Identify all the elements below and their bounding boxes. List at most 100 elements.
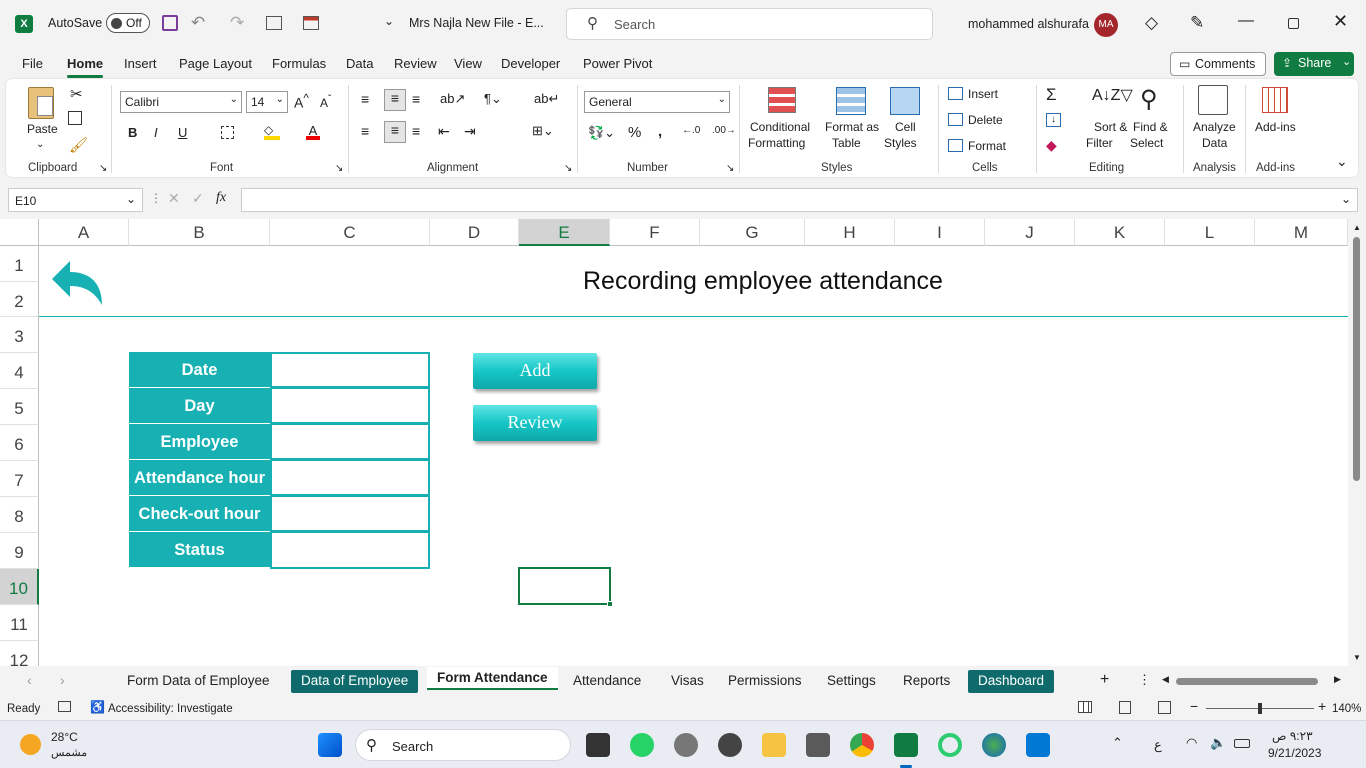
row-header[interactable]: 10: [0, 569, 39, 605]
delete-cells-icon[interactable]: [948, 113, 963, 126]
row-header[interactable]: 9: [0, 533, 39, 569]
formula-input[interactable]: ⌄: [241, 188, 1358, 212]
clock-time[interactable]: ٩:٢٣ ص: [1272, 729, 1313, 743]
clock-date[interactable]: 9/21/2023: [1268, 746, 1321, 760]
pen-icon[interactable]: ✎: [1190, 13, 1204, 33]
wrap-text-icon[interactable]: ab↵: [534, 91, 559, 107]
column-header[interactable]: B: [129, 219, 270, 246]
select-label[interactable]: Select: [1130, 135, 1163, 151]
zoom-out-icon[interactable]: −: [1190, 698, 1198, 714]
addins-icon[interactable]: [1262, 87, 1288, 113]
column-header[interactable]: D: [430, 219, 519, 246]
scroll-down-icon[interactable]: ▼: [1353, 653, 1361, 662]
italic-icon[interactable]: I: [154, 125, 158, 140]
fill-color-icon[interactable]: ◇: [264, 123, 280, 140]
row-header[interactable]: 1: [0, 246, 39, 282]
menu-file[interactable]: File: [22, 56, 43, 71]
sort-filter-icon[interactable]: A↓Z▽: [1092, 85, 1133, 105]
row-header[interactable]: 8: [0, 497, 39, 533]
customize-qat-icon[interactable]: ⌄: [384, 14, 394, 28]
zoom-in-icon[interactable]: +: [1318, 698, 1326, 714]
borders-icon[interactable]: [221, 126, 234, 139]
filter-label[interactable]: Filter: [1086, 135, 1113, 151]
column-header[interactable]: H: [805, 219, 895, 246]
zoom-slider-thumb[interactable]: [1258, 703, 1262, 714]
column-header[interactable]: L: [1165, 219, 1255, 246]
sheet-tab[interactable]: Permissions: [718, 670, 812, 693]
calculator-icon[interactable]: [806, 733, 830, 757]
more-options-icon[interactable]: ⋮: [150, 191, 162, 205]
column-header[interactable]: K: [1075, 219, 1165, 246]
search-box[interactable]: ⚲ Search: [566, 8, 933, 40]
dialog-launcher-icon[interactable]: ↘: [99, 163, 107, 174]
diamond-icon[interactable]: ◇: [1145, 13, 1158, 33]
sheet-tab[interactable]: Data of Employee: [291, 670, 419, 693]
enter-icon[interactable]: ✓: [192, 190, 204, 207]
delete-label[interactable]: Delete: [968, 112, 1003, 128]
find-label[interactable]: Find &: [1133, 119, 1168, 135]
tray-chevron-icon[interactable]: ⌃: [1112, 735, 1123, 751]
green-app-icon[interactable]: [938, 733, 962, 757]
fill-icon[interactable]: ↓: [1046, 113, 1061, 127]
sheet-tab[interactable]: Form Data of Employee: [117, 670, 280, 693]
row-header[interactable]: 3: [0, 317, 39, 353]
selected-cell[interactable]: [518, 567, 613, 607]
font-size-select[interactable]: 14 ⌄: [246, 91, 288, 113]
restore-icon[interactable]: [1288, 18, 1299, 29]
decrease-font-icon[interactable]: Aˇ: [320, 94, 331, 110]
font-color-icon[interactable]: A: [306, 123, 320, 140]
sheet-tab[interactable]: Attendance: [563, 670, 651, 693]
page-break-view-icon[interactable]: [1158, 701, 1171, 714]
zoom-slider[interactable]: [1206, 703, 1314, 714]
add-sheet-icon[interactable]: +: [1100, 671, 1109, 689]
table-label[interactable]: Table: [832, 135, 861, 151]
decrease-decimal-icon[interactable]: .00→: [712, 125, 736, 136]
vscode-icon[interactable]: [1026, 733, 1050, 757]
column-header[interactable]: E: [519, 219, 610, 246]
sheet-tab[interactable]: Settings: [817, 670, 886, 693]
save-icon[interactable]: [162, 15, 178, 31]
collapse-ribbon-icon[interactable]: ⌄: [1336, 153, 1348, 170]
taskbar-search[interactable]: ⚲ Search: [355, 729, 571, 761]
increase-decimal-icon[interactable]: ←.0: [682, 125, 700, 136]
excel-taskbar-icon[interactable]: [894, 733, 918, 757]
column-header[interactable]: J: [985, 219, 1075, 246]
horizontal-scrollbar[interactable]: ◀ ▶: [1160, 674, 1346, 688]
close-icon[interactable]: ✕: [1333, 11, 1348, 32]
column-header[interactable]: C: [270, 219, 430, 246]
column-header[interactable]: G: [700, 219, 805, 246]
weather-condition[interactable]: مشمس: [51, 746, 87, 759]
column-header[interactable]: A: [39, 219, 129, 246]
cell-styles-icon[interactable]: [890, 87, 920, 115]
clear-icon[interactable]: ◆: [1046, 137, 1057, 154]
number-format-select[interactable]: General ⌄: [584, 91, 730, 113]
increase-font-icon[interactable]: A^: [294, 92, 309, 111]
clock-app-icon[interactable]: [674, 733, 698, 757]
menu-page-layout[interactable]: Page Layout: [179, 56, 252, 71]
percent-icon[interactable]: %: [628, 124, 641, 141]
analyze-data-icon[interactable]: [1198, 85, 1228, 115]
redo-icon[interactable]: ↷: [230, 13, 244, 33]
chrome-icon[interactable]: [850, 733, 874, 757]
row-header[interactable]: 5: [0, 389, 39, 425]
format-as-table-icon[interactable]: [836, 87, 866, 115]
accessibility-status[interactable]: Accessibility: Investigate: [108, 703, 233, 715]
normal-view-icon[interactable]: [1078, 701, 1092, 713]
employee-input-cell[interactable]: [270, 424, 430, 460]
format-as-label[interactable]: Format as: [825, 119, 879, 135]
scroll-thumb[interactable]: [1353, 237, 1360, 481]
scroll-right-icon[interactable]: ▶: [1334, 674, 1341, 685]
form-icon[interactable]: [266, 16, 282, 30]
paste-label[interactable]: Paste: [27, 121, 58, 137]
row-header[interactable]: 7: [0, 461, 39, 497]
day-input-cell[interactable]: [270, 388, 430, 424]
more-sheets-icon[interactable]: ⋮: [1138, 672, 1151, 688]
date-input-cell[interactable]: [270, 352, 430, 388]
worksheet[interactable]: A B C D E F G H I J K L M 1 2 3 4 5 6 7 …: [0, 219, 1348, 666]
row-header[interactable]: 4: [0, 353, 39, 389]
sheet-tab[interactable]: Visas: [661, 670, 714, 693]
menu-home[interactable]: Home: [67, 56, 104, 78]
dialog-launcher-icon[interactable]: ↘: [335, 163, 343, 174]
review-button[interactable]: Review: [473, 405, 597, 441]
cell-label[interactable]: Cell: [895, 119, 916, 135]
